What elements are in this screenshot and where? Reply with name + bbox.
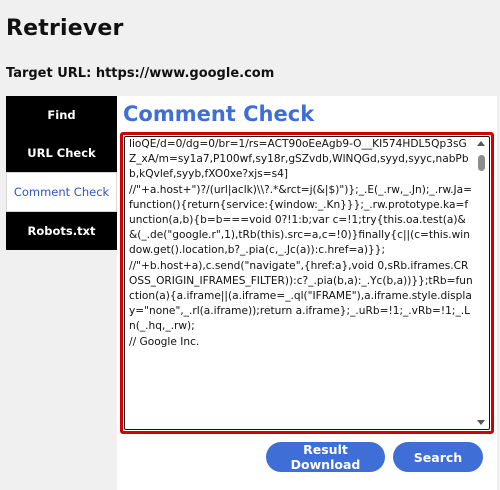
sidebar-item-find[interactable]: Find xyxy=(6,96,117,134)
app-title: Retriever xyxy=(6,16,124,41)
sidebar: Find URL Check Comment Check Robots.txt xyxy=(6,96,117,250)
page-title: Comment Check xyxy=(123,102,315,126)
scroll-down-arrow-icon[interactable] xyxy=(477,420,485,425)
result-textarea[interactable]: lioQE/d=0/dg=0/br=1/rs=ACT90oEeAgb9-O__K… xyxy=(124,136,490,430)
scrollbar-thumb[interactable] xyxy=(478,155,485,171)
sidebar-item-url-check[interactable]: URL Check xyxy=(6,134,117,172)
scroll-up-arrow-icon[interactable] xyxy=(477,141,485,146)
search-button[interactable]: Search xyxy=(393,442,483,472)
sidebar-item-comment-check[interactable]: Comment Check xyxy=(6,172,117,212)
result-download-button[interactable]: Result Download xyxy=(266,442,385,472)
target-url-value: https://www.google.com xyxy=(95,66,275,81)
result-textarea-frame: lioQE/d=0/dg=0/br=1/rs=ACT90oEeAgb9-O__K… xyxy=(120,132,494,434)
target-url-label: Target URL: xyxy=(6,66,92,81)
sidebar-item-robots-txt[interactable]: Robots.txt xyxy=(6,212,117,250)
main-panel: Comment Check lioQE/d=0/dg=0/br=1/rs=ACT… xyxy=(117,96,497,490)
target-url-line: Target URL: https://www.google.com xyxy=(6,66,274,81)
scrollbar[interactable] xyxy=(474,137,488,429)
result-text[interactable]: lioQE/d=0/dg=0/br=1/rs=ACT90oEeAgb9-O__K… xyxy=(129,137,473,429)
